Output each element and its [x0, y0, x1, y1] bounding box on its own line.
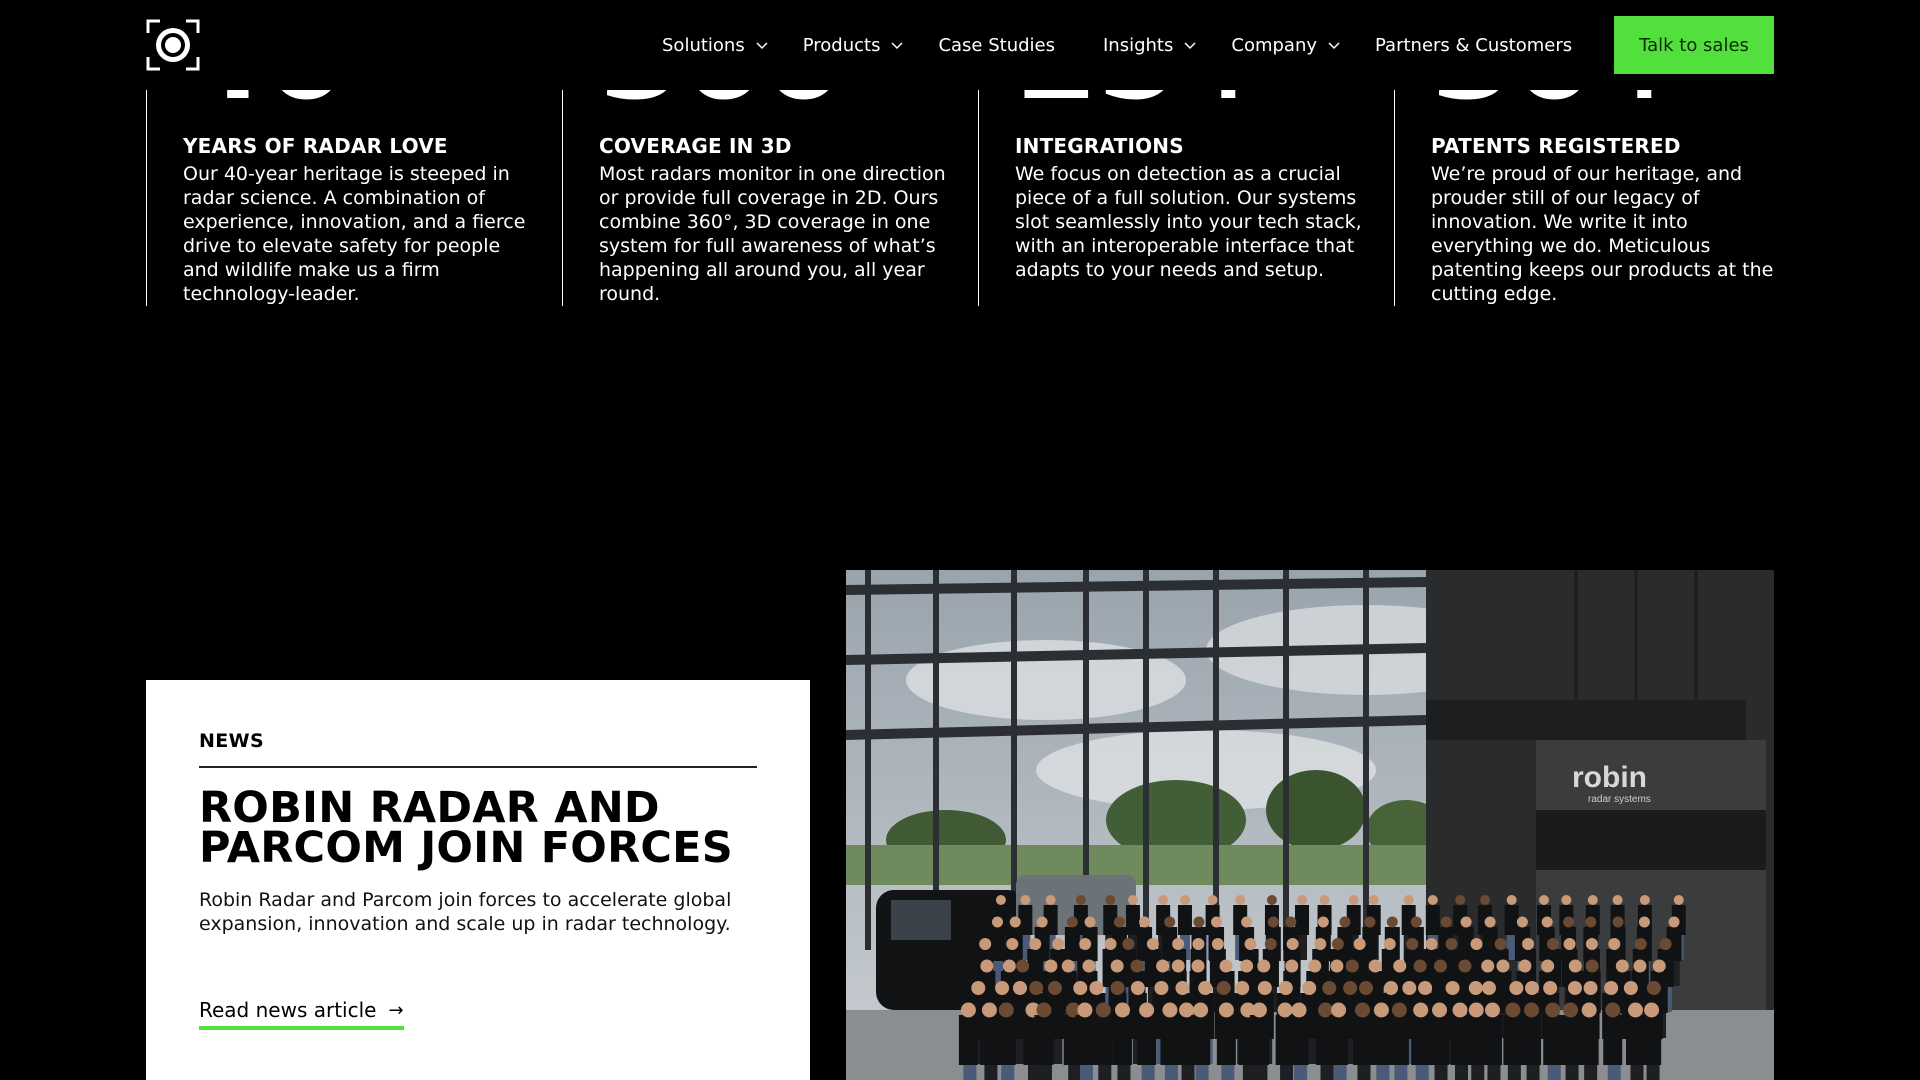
chevron-down-icon [756, 42, 768, 50]
stat-text: Most radars monitor in one direction or … [599, 163, 946, 305]
nav-links: Solutions Products Case Studies Insights… [662, 0, 1572, 90]
nav-insights-label: Insights [1103, 34, 1174, 56]
stat-text: We focus on detection as a crucial piece… [1015, 163, 1362, 281]
stat-title: COVERAGE IN 3D [599, 134, 792, 158]
stat-text: We’re proud of our heritage, and prouder… [1431, 163, 1774, 305]
nav-solutions-label: Solutions [662, 34, 745, 56]
news-photo: robin radar systems [846, 570, 1774, 1080]
building-sign-sub: radar systems [1588, 794, 1651, 805]
nav-case-studies[interactable]: Case Studies [938, 35, 1055, 56]
nav-partners-customers[interactable]: Partners & Customers [1375, 35, 1572, 56]
news-title: ROBIN RADAR AND PARCOM JOIN FORCES [199, 783, 733, 873]
arrow-right-icon: → [388, 999, 404, 1021]
stat-title: INTEGRATIONS [1015, 134, 1184, 158]
read-news-article-label: Read news article [199, 998, 377, 1022]
stat-title: PATENTS REGISTERED [1431, 134, 1681, 158]
radar-eye-icon[interactable] [146, 19, 200, 71]
read-news-article-link[interactable]: Read news article → [199, 998, 404, 1030]
talk-to-sales-button[interactable]: Talk to sales [1614, 16, 1774, 74]
news-label: NEWS [199, 730, 265, 752]
top-navigation: Solutions Products Case Studies Insights… [0, 0, 1920, 90]
chevron-down-icon [891, 42, 903, 50]
stat-patents: 30+ PATENTS REGISTERED We’re proud of ou… [1394, 0, 1774, 306]
nav-partners-label: Partners & Customers [1375, 34, 1573, 56]
divider [199, 766, 757, 768]
nav-solutions[interactable]: Solutions [662, 35, 769, 56]
chevron-down-icon [1328, 42, 1340, 50]
news-description: Robin Radar and Parcom join forces to ac… [199, 889, 732, 935]
stat-text: Our 40-year heritage is steeped in radar… [183, 163, 526, 305]
stat-title: YEARS OF RADAR LOVE [183, 134, 448, 158]
nav-case-studies-label: Case Studies [938, 34, 1055, 56]
nav-products-label: Products [802, 34, 881, 56]
nav-company[interactable]: Company [1231, 35, 1341, 56]
stats-row: 40 YEARS OF RADAR LOVE Our 40-year herit… [146, 0, 1774, 306]
nav-insights[interactable]: Insights [1103, 35, 1197, 56]
stat-years: 40 YEARS OF RADAR LOVE Our 40-year herit… [146, 0, 562, 306]
stat-coverage: 360 COVERAGE IN 3D Most radars monitor i… [562, 0, 978, 306]
nav-products[interactable]: Products [803, 35, 905, 56]
building-sign: robin [1572, 761, 1647, 794]
nav-company-label: Company [1231, 34, 1318, 56]
chevron-down-icon [1184, 42, 1196, 50]
news-card: NEWS ROBIN RADAR AND PARCOM JOIN FORCES … [146, 680, 810, 1080]
stat-integrations: 25+ INTEGRATIONS We focus on detection a… [978, 0, 1394, 306]
